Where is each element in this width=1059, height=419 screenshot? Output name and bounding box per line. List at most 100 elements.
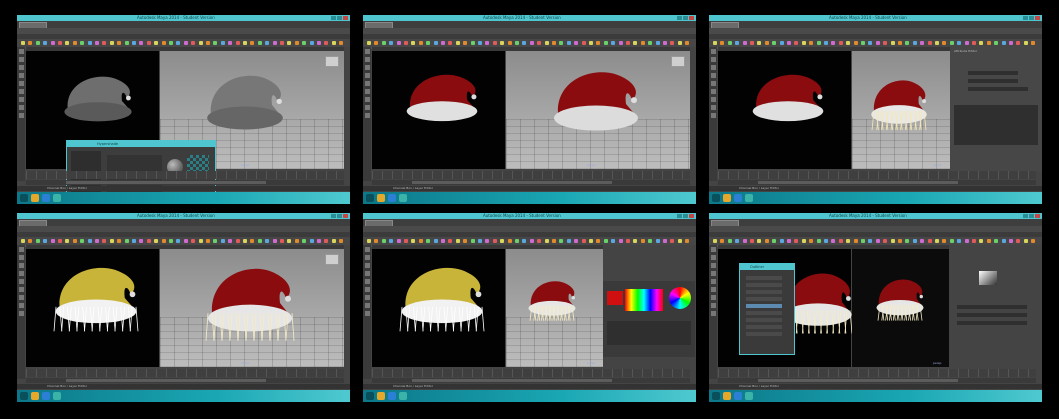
shelf-tool-icon[interactable] bbox=[920, 239, 925, 243]
range-slider[interactable] bbox=[718, 180, 1036, 185]
view-cube-icon[interactable] bbox=[325, 254, 339, 265]
shelf-tool-icon[interactable] bbox=[139, 239, 144, 243]
tool-icon[interactable] bbox=[710, 247, 716, 252]
shelf-tool-icon[interactable] bbox=[198, 41, 203, 45]
shelf-tool-icon[interactable] bbox=[396, 239, 401, 243]
browser-icon[interactable] bbox=[42, 194, 50, 202]
shelf-tool-icon[interactable] bbox=[853, 239, 858, 243]
shelf-tool-icon[interactable] bbox=[411, 239, 416, 243]
outliner-item[interactable] bbox=[746, 304, 782, 308]
tool-icon[interactable] bbox=[710, 65, 716, 70]
shelf-tool-icon[interactable] bbox=[433, 41, 438, 45]
shelf-tool-icon[interactable] bbox=[124, 41, 129, 45]
shelf-tool-icon[interactable] bbox=[485, 239, 490, 243]
folder-icon[interactable] bbox=[377, 194, 385, 202]
tool-icon[interactable] bbox=[18, 287, 24, 292]
start-icon[interactable] bbox=[20, 194, 28, 202]
hat-model[interactable] bbox=[746, 69, 830, 131]
render-view[interactable] bbox=[372, 51, 505, 169]
shelf-tool-icon[interactable] bbox=[389, 239, 394, 243]
shelf-tool-icon[interactable] bbox=[478, 239, 482, 243]
shelf-tool-icon[interactable] bbox=[720, 239, 725, 243]
tool-icon[interactable] bbox=[364, 287, 370, 292]
shelf-tool-icon[interactable] bbox=[898, 239, 902, 243]
tool-icon[interactable] bbox=[364, 271, 370, 276]
shelf-tool-icon[interactable] bbox=[132, 239, 136, 243]
shelf-tool-icon[interactable] bbox=[72, 239, 77, 243]
shelf-tool-icon[interactable] bbox=[1016, 41, 1021, 45]
shelf-tool-icon[interactable] bbox=[779, 239, 784, 243]
tool-icon[interactable] bbox=[18, 89, 24, 94]
shelf-tool-icon[interactable] bbox=[994, 41, 999, 45]
shelf-tool-icon[interactable] bbox=[374, 239, 379, 243]
attribute-editor[interactable] bbox=[949, 245, 1042, 369]
shelf-tool-icon[interactable] bbox=[920, 41, 925, 45]
shelf-tool-icon[interactable] bbox=[942, 239, 947, 243]
shelf-tool-icon[interactable] bbox=[927, 41, 932, 45]
tool-icon[interactable] bbox=[18, 57, 24, 62]
shelf-tool-icon[interactable] bbox=[302, 41, 307, 45]
maya-icon[interactable] bbox=[745, 392, 753, 400]
shelf-tool-icon[interactable] bbox=[515, 239, 519, 243]
shelf-tool-icon[interactable] bbox=[309, 41, 314, 45]
shelf-tool-icon[interactable] bbox=[58, 239, 62, 243]
shelf-tool-icon[interactable] bbox=[809, 239, 814, 243]
maya-icon[interactable] bbox=[53, 392, 61, 400]
close-icon[interactable] bbox=[343, 16, 348, 20]
shelf-tool-icon[interactable] bbox=[559, 41, 564, 45]
shelf-tool-icon[interactable] bbox=[596, 239, 601, 243]
shelf-tool-icon[interactable] bbox=[942, 41, 947, 45]
shelf-tool-icon[interactable] bbox=[58, 41, 62, 45]
browser-icon[interactable] bbox=[42, 392, 50, 400]
shelf-tool-icon[interactable] bbox=[912, 41, 917, 45]
shelf-tool-icon[interactable] bbox=[566, 41, 571, 45]
shelf-tool-icon[interactable] bbox=[633, 41, 638, 45]
shelf-tool-icon[interactable] bbox=[898, 41, 902, 45]
maximize-icon[interactable] bbox=[1029, 214, 1034, 218]
shelf-tool-icon[interactable] bbox=[1031, 239, 1036, 243]
shelf-tool-icon[interactable] bbox=[50, 239, 55, 243]
tool-icon[interactable] bbox=[364, 57, 370, 62]
furred-hat-model[interactable] bbox=[524, 277, 580, 323]
shelf-tool-icon[interactable] bbox=[1001, 41, 1006, 45]
hat-model[interactable] bbox=[200, 69, 290, 141]
shelf-tool-icon[interactable] bbox=[927, 239, 932, 243]
shelf-tool-icon[interactable] bbox=[250, 239, 255, 243]
tool-icon[interactable] bbox=[364, 311, 370, 316]
shelf-tool-icon[interactable] bbox=[824, 41, 828, 45]
shelf-tool-icon[interactable] bbox=[648, 41, 653, 45]
shelf-tool-icon[interactable] bbox=[161, 41, 166, 45]
shelf-tool-icon[interactable] bbox=[154, 239, 159, 243]
shelf-tool-icon[interactable] bbox=[677, 41, 682, 45]
shelf-tool-icon[interactable] bbox=[257, 239, 262, 243]
shelf-tool-icon[interactable] bbox=[426, 41, 431, 45]
shelf-tool-icon[interactable] bbox=[750, 41, 754, 45]
maya-icon[interactable] bbox=[53, 194, 61, 202]
browser-icon[interactable] bbox=[734, 392, 742, 400]
shelf-tool-icon[interactable] bbox=[979, 239, 984, 243]
tool-icon[interactable] bbox=[364, 247, 370, 252]
shelf-tool-icon[interactable] bbox=[603, 41, 608, 45]
tool-icon[interactable] bbox=[710, 303, 716, 308]
furred-hat-model[interactable] bbox=[48, 261, 144, 335]
shelf-tool-icon[interactable] bbox=[685, 239, 690, 243]
tool-icon[interactable] bbox=[710, 89, 716, 94]
shelf-tool-icon[interactable] bbox=[720, 41, 725, 45]
shelf-tool-icon[interactable] bbox=[861, 239, 865, 243]
tool-icon[interactable] bbox=[364, 113, 370, 118]
shelf-tool-icon[interactable] bbox=[65, 41, 70, 45]
shelf-tool-icon[interactable] bbox=[574, 41, 579, 45]
shelf-tool-icon[interactable] bbox=[294, 239, 299, 243]
color-spectrum[interactable] bbox=[625, 289, 663, 311]
shelf-tool-icon[interactable] bbox=[404, 41, 408, 45]
tool-icon[interactable] bbox=[364, 255, 370, 260]
time-slider[interactable] bbox=[718, 171, 1036, 179]
shelf-tool-icon[interactable] bbox=[418, 239, 423, 243]
shelf-tool-icon[interactable] bbox=[65, 239, 70, 243]
shelf-tool-icon[interactable] bbox=[757, 41, 762, 45]
start-icon[interactable] bbox=[366, 194, 374, 202]
shelf-tool-icon[interactable] bbox=[972, 239, 976, 243]
shelf-tool-icon[interactable] bbox=[868, 239, 873, 243]
shelf-tool-icon[interactable] bbox=[890, 41, 895, 45]
shelf-tool-icon[interactable] bbox=[685, 41, 690, 45]
